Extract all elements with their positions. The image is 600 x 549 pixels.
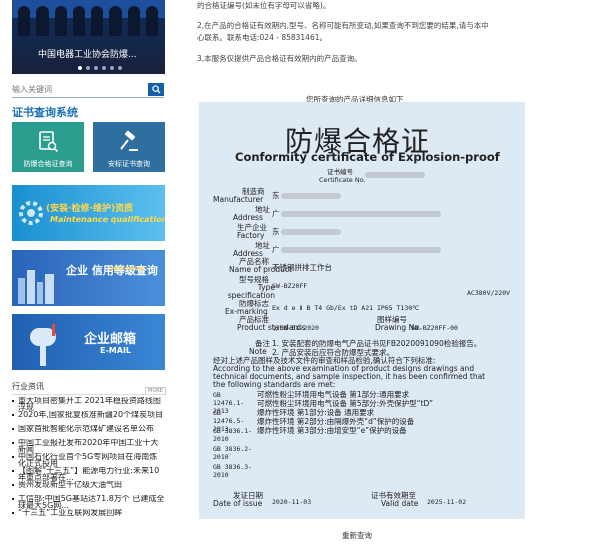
news-item[interactable]: 中国工业报社发布2020年中国工业十大新闻 xyxy=(12,439,165,453)
certificate-title-en: Conformity certificate of Explosion-proo… xyxy=(235,150,500,164)
standard-code: GB 3836.1-2010 xyxy=(213,427,253,443)
safety-cert-query-tile[interactable]: 安标证书查询 xyxy=(93,122,165,172)
standard-code: GB 3836.3-2010 xyxy=(213,463,253,479)
mailbox-icon xyxy=(30,324,56,366)
issue-date-value: 2020-11-03 xyxy=(272,498,312,506)
redacted-value xyxy=(281,211,441,217)
remark-label-en: Note xyxy=(249,347,267,356)
banner-title: (安装·检修·维护)资质 xyxy=(46,204,134,214)
news-item[interactable]: 中国石化行业首个5G专网项目在海南炼化正式投用 xyxy=(12,453,165,467)
statement-en: the following standards are met: xyxy=(213,380,336,389)
issue-date-label-en: Date of issue xyxy=(213,499,263,508)
standard-desc: 可燃性粉尘环境用电气设备 第1部分:通用要求 xyxy=(257,390,410,399)
tile-label: 防爆合格证查询 xyxy=(23,160,73,168)
product-standard-value: Q/SW-EX-2020 xyxy=(272,324,319,332)
document-search-icon xyxy=(39,131,59,153)
left-sidebar: 中国电器工业协会防爆... 证书查询系统 防爆合格证查询 安标证书查询 (安装·… xyxy=(0,0,180,549)
news-carousel[interactable]: 中国电器工业协会防爆... xyxy=(12,0,165,74)
standard-desc: 爆炸性环境 第1部分:设备 通用要求 xyxy=(257,408,375,417)
news-item[interactable]: 国家首批智能化示范煤矿建设名单公布 xyxy=(12,425,165,439)
news-list: 重大项目密集开工 2021年稳投资路线图浮现 2020年,国家批复核准新疆20个… xyxy=(12,397,165,523)
standard-desc: 可燃性粉尘环境用电气设备 第5部分:外壳保护型“tD” xyxy=(257,399,433,408)
model-label-en: Type specification xyxy=(227,283,275,300)
tile-label: 安标证书查询 xyxy=(108,160,150,168)
cert-query-section-title: 证书查询系统 xyxy=(12,106,78,119)
search-input[interactable] xyxy=(12,83,146,96)
drawing-no-value: SW-BZ20FF-00 xyxy=(411,324,458,332)
address-value: 广 xyxy=(272,209,280,218)
enterprise-email-banner[interactable]: 企业邮箱 E-MAIL xyxy=(12,314,165,370)
gear-icon xyxy=(19,201,43,225)
query-note: 2,在产品的合格证有效期内,型号、名称可能有所变动,如果查询不到您要的结果,请与… xyxy=(197,21,489,30)
news-divider xyxy=(12,394,165,395)
carousel-dot[interactable] xyxy=(94,66,98,70)
cert-no-label: 证书编号 xyxy=(327,168,353,176)
redacted-value xyxy=(281,193,341,199)
credit-rating-banner[interactable]: 企业 信用等级查询 credit rating xyxy=(12,250,165,306)
factory-value: 东 xyxy=(272,227,280,236)
news-item[interactable]: 工信部:中国5G基站达71.8万个 已建成全球最大5G网... xyxy=(12,495,165,509)
banner-title: 企业邮箱 xyxy=(84,332,137,347)
address-label-en: Address xyxy=(233,213,263,222)
main-content: 的合格证编号(如未位有字母可以省略)。 2,在产品的合格证有效期内,型号、名称可… xyxy=(192,0,600,549)
carousel-dot[interactable] xyxy=(78,66,82,70)
carousel-dot[interactable] xyxy=(86,66,90,70)
gavel-icon xyxy=(120,130,138,151)
news-item[interactable]: 贵州发现新型千亿级大油气田 xyxy=(12,481,165,495)
maintenance-qualification-banner[interactable]: (安装·检修·维护)资质 Maintenance qualification xyxy=(12,185,165,241)
valid-date-value: 2025-11-02 xyxy=(427,498,467,506)
product-name-value: 不锈钢拼排工作台 xyxy=(272,263,332,272)
search-button[interactable] xyxy=(148,83,164,96)
standard-desc: 爆炸性环境 第2部分:由隔爆外壳“d”保护的设备 xyxy=(257,417,415,426)
redacted-value xyxy=(281,229,341,235)
carousel-dot[interactable] xyxy=(118,66,122,70)
valid-date-label-en: Valid date xyxy=(381,499,419,508)
query-note: 心联系。联系电话:024 - 85831461。 xyxy=(197,33,327,42)
redacted-value xyxy=(281,247,441,253)
search-box xyxy=(12,83,164,98)
factory-label-en: Factory xyxy=(237,231,265,240)
remark-line-1: 1. 安装配套的防爆电气产品证书见FB2020091090检验报告。 xyxy=(272,339,482,348)
query-note: 3,本服务仅提供产品合格证有效期内的产品查询。 xyxy=(197,54,362,63)
banner-subtitle: credit rating xyxy=(108,266,144,272)
model-value: SW-BZ20FF xyxy=(272,282,308,290)
carousel-dot[interactable] xyxy=(102,66,106,70)
re-query-link[interactable]: 重新查询 xyxy=(342,530,372,541)
news-item[interactable]: 【图解“十三五”】能源电力行业:未来10年重点部署在... xyxy=(12,467,165,481)
redacted-value xyxy=(365,172,425,178)
banner-subtitle: Maintenance qualification xyxy=(50,215,165,224)
search-icon xyxy=(151,85,161,94)
ex-marking-value: Ex d e Ⅱ B T4 Gb/Ex tD A21 IP65 T130℃ xyxy=(272,304,420,312)
carousel-dots[interactable] xyxy=(78,66,122,70)
banner-subtitle: E-MAIL xyxy=(100,346,132,355)
manufacturer-value: 东 xyxy=(272,191,280,200)
factory-address-value: 广 xyxy=(272,245,280,254)
carousel-dot[interactable] xyxy=(110,66,114,70)
rating-value: AC380V/220V xyxy=(467,289,511,297)
city-skyline-icon xyxy=(18,270,54,304)
standard-desc: 爆炸性环境 第3部分:由增安型“e”保护的设备 xyxy=(257,426,407,435)
explosion-cert-query-tile[interactable]: 防爆合格证查询 xyxy=(12,122,84,172)
industry-news-title: 行业资讯 xyxy=(12,382,44,391)
news-item[interactable]: “十三五”工业互联网发展回眸 xyxy=(12,509,165,523)
manufacturer-label-en: Manufacturer xyxy=(213,195,264,204)
news-item[interactable]: 2020年,国家批复核准新疆20个煤炭项目 xyxy=(12,411,165,425)
cert-no-label-en: Certificate No. xyxy=(319,176,366,184)
standard-code: GB 3836.2-2010 xyxy=(213,445,253,461)
carousel-people xyxy=(18,6,158,36)
news-item[interactable]: 重大项目密集开工 2021年稳投资路线图浮现 xyxy=(12,397,165,411)
query-note: 的合格证编号(如未位有字母可以省略)。 xyxy=(197,1,331,10)
carousel-caption[interactable]: 中国电器工业协会防爆... xyxy=(38,47,137,60)
explosion-proof-certificate: 防爆合格证 Conformity certificate of Explosio… xyxy=(199,102,525,519)
